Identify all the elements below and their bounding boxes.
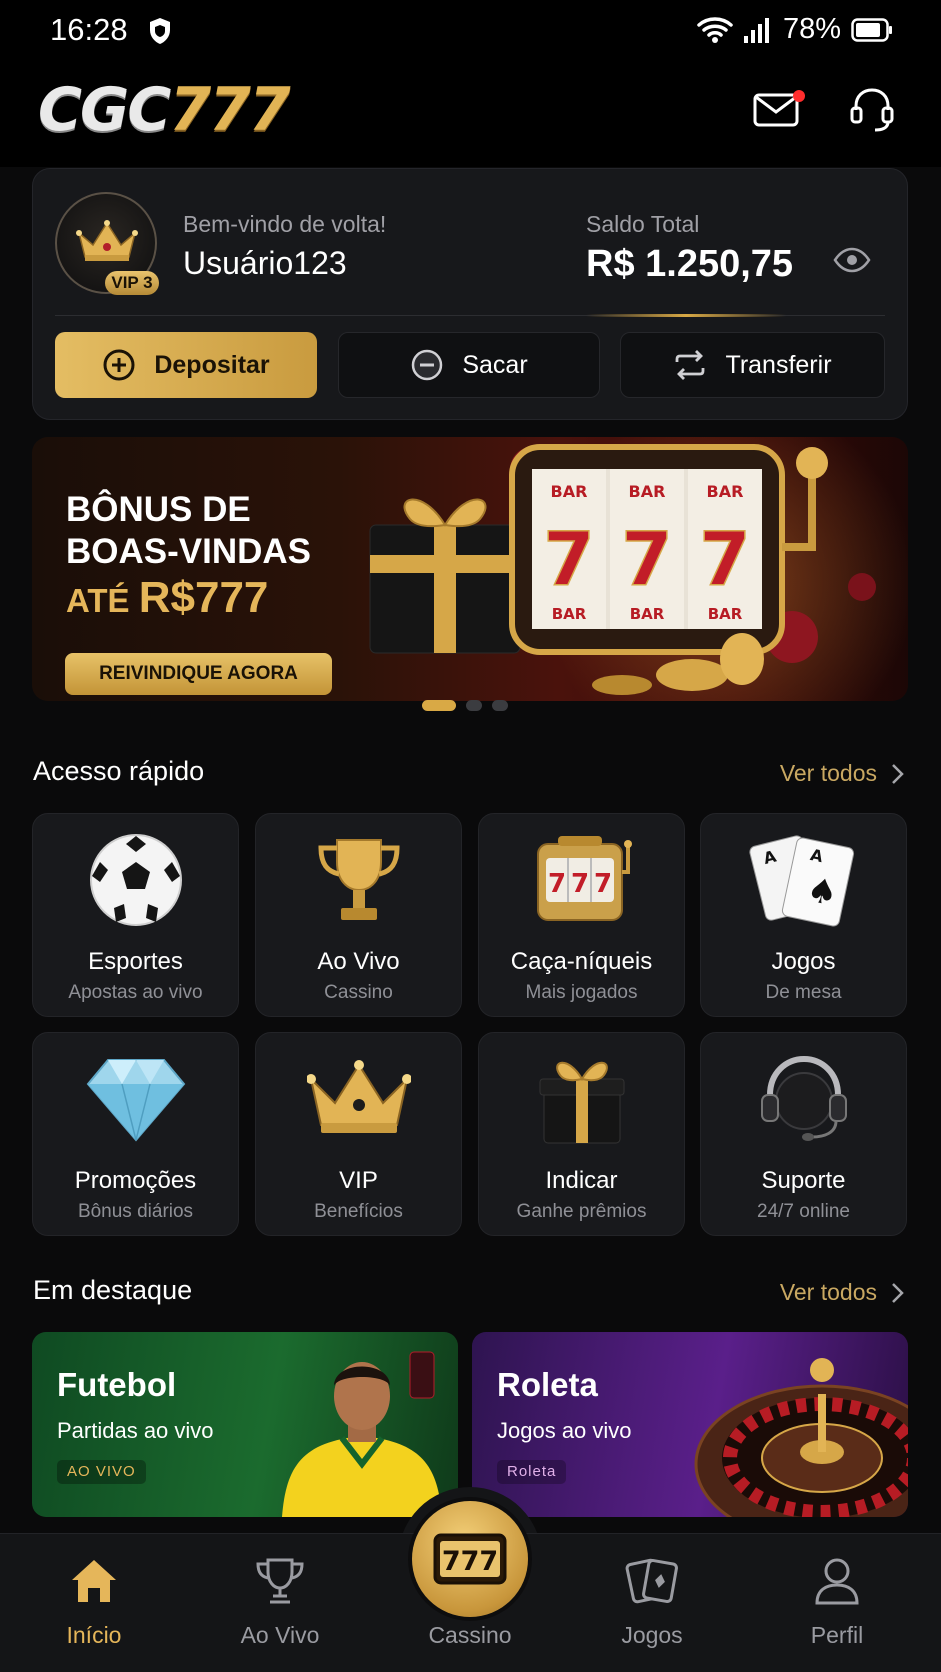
featured-card-roleta[interactable]: Roleta Jogos ao vivo Roleta: [472, 1332, 908, 1517]
featured-card-futebol[interactable]: Futebol Partidas ao vivo AO VIVO: [32, 1332, 458, 1517]
svg-text:BAR: BAR: [708, 605, 743, 623]
app-header: CGC777: [0, 62, 941, 167]
tile-vip[interactable]: VIP Benefícios: [255, 1032, 462, 1236]
svg-text:BAR: BAR: [630, 605, 665, 623]
casino-center-button[interactable]: 777: [412, 1501, 528, 1617]
tile-ao-vivo[interactable]: Ao Vivo Cassino: [255, 813, 462, 1017]
tile-esportes[interactable]: Esportes Apostas ao vivo: [32, 813, 239, 1017]
plus-circle-icon: [103, 349, 135, 381]
slot-machine-illustration: BAR BAR BAR 7 7 7 BAR BAR BAR: [369, 444, 876, 695]
wifi-icon: [697, 16, 733, 43]
svg-text:7: 7: [699, 517, 751, 603]
withdraw-button[interactable]: Sacar: [338, 332, 600, 398]
user-icon: [815, 1558, 859, 1605]
carousel-dot[interactable]: [422, 700, 456, 711]
account-card: VIP 3 Bem-vindo de volta! Usuário123 Sal…: [32, 168, 908, 420]
transfer-icon: [676, 350, 705, 380]
carousel-dot[interactable]: [492, 700, 508, 711]
banner-title: BÔNUS DE BOAS-VINDAS: [66, 490, 312, 571]
crown-icon: [306, 1060, 411, 1133]
shield-icon: [150, 18, 170, 44]
balance-label: Saldo Total: [586, 211, 700, 237]
svg-text:BAR: BAR: [629, 482, 666, 501]
tile-caca-niqueis[interactable]: 7 7 7 Caça-níqueis Mais jogados: [478, 813, 685, 1017]
see-all-quick-access[interactable]: Ver todos: [780, 760, 905, 787]
slot-777-icon: 777: [433, 1533, 507, 1585]
section-title-quick-access: Acesso rápido: [33, 756, 205, 786]
nav-item-ao-vivo[interactable]: Ao Vivo: [210, 1534, 350, 1672]
withdraw-label: Sacar: [462, 350, 528, 379]
svg-text:7: 7: [570, 869, 588, 899]
cards-icon: [625, 1558, 678, 1604]
section-title-featured: Em destaque: [33, 1275, 193, 1305]
gift-icon: [539, 1061, 624, 1144]
banner-amount: ATÉ R$777: [66, 573, 269, 622]
tile-indicar[interactable]: Indicar Ganhe prêmios: [478, 1032, 685, 1236]
svg-text:BAR: BAR: [707, 482, 744, 501]
nav-item-inicio[interactable]: Início: [24, 1534, 164, 1672]
chevron-right-icon: [892, 763, 904, 784]
battery-icon: [851, 17, 892, 42]
vip-badge: VIP 3: [105, 271, 159, 295]
deposit-button[interactable]: Depositar: [55, 332, 317, 398]
carousel-dot[interactable]: [466, 700, 482, 711]
playing-cards-icon: A A ♠: [748, 835, 854, 927]
svg-text:BAR: BAR: [552, 605, 587, 623]
live-tag: AO VIVO: [57, 1460, 146, 1484]
roleta-tag: Roleta: [497, 1460, 567, 1484]
username: Usuário123: [183, 245, 347, 281]
carousel-indicators: [422, 700, 508, 711]
trophy-icon: [317, 839, 400, 920]
soccer-ball-icon: [89, 834, 182, 926]
nav-item-perfil[interactable]: Perfil: [767, 1534, 907, 1672]
notification-dot: [793, 90, 805, 102]
tile-suporte[interactable]: Suporte 24/7 online: [700, 1032, 907, 1236]
chevron-right-icon: [892, 1282, 904, 1303]
minus-circle-icon: [412, 349, 443, 381]
gold-accent-line: [586, 314, 786, 317]
promo-banner[interactable]: BAR BAR BAR 7 7 7 BAR BAR BAR BÔNUS DE B…: [32, 437, 908, 701]
roulette-wheel-illustration: [694, 1358, 908, 1517]
slot-machine-icon: 7 7 7: [536, 836, 632, 921]
deposit-label: Depositar: [154, 350, 270, 379]
svg-text:777: 777: [442, 1546, 498, 1577]
headset-icon[interactable]: [848, 84, 896, 134]
home-icon: [72, 1560, 116, 1602]
trophy-icon: [256, 1558, 304, 1604]
svg-text:BAR: BAR: [551, 482, 588, 501]
tile-jogos[interactable]: A A ♠ Jogos De mesa: [700, 813, 907, 1017]
svg-text:7: 7: [543, 517, 595, 603]
diamond-icon: [86, 1059, 185, 1142]
svg-text:7: 7: [547, 869, 565, 899]
svg-text:7: 7: [593, 869, 611, 899]
status-time: 16:28: [50, 12, 128, 47]
nav-item-jogos[interactable]: Jogos: [582, 1534, 722, 1672]
tile-promocoes[interactable]: Promoções Bônus diários: [32, 1032, 239, 1236]
status-bar: 16:28 78%: [0, 0, 941, 62]
see-all-featured[interactable]: Ver todos: [780, 1279, 905, 1306]
app-logo[interactable]: CGC777: [38, 80, 291, 140]
transfer-button[interactable]: Transferir: [620, 332, 885, 398]
eye-icon[interactable]: [833, 247, 871, 273]
welcome-text: Bem-vindo de volta!: [183, 211, 387, 237]
claim-button[interactable]: REIVINDIQUE AGORA: [65, 653, 332, 695]
balance-value: R$ 1.250,75: [586, 243, 794, 285]
crown-icon: [76, 220, 138, 261]
battery-percent: 78%: [782, 13, 841, 45]
signal-icon: [743, 17, 769, 43]
transfer-label: Transferir: [725, 350, 832, 379]
svg-text:7: 7: [621, 517, 673, 603]
headset-icon: [760, 1055, 847, 1141]
soccer-player-illustration: [282, 1351, 442, 1517]
